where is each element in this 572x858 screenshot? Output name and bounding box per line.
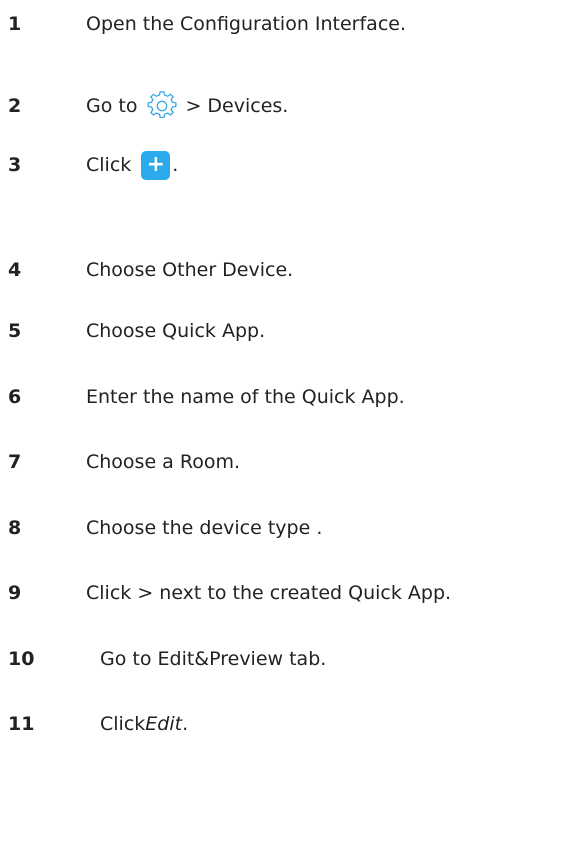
plus-icon: +: [141, 150, 171, 180]
step-text-after: > Devices.: [185, 95, 289, 117]
step-text: Go to Edit&Preview tab.: [100, 648, 327, 670]
step-number: 3: [8, 154, 22, 176]
step-text-before: Go to: [86, 95, 138, 117]
step-number: 1: [8, 13, 22, 35]
step-number: 8: [8, 517, 22, 539]
step-text: Click Edit .: [100, 713, 188, 735]
step-text: Click > next to the created Quick App.: [86, 582, 452, 604]
step-text-before: Click: [100, 713, 146, 735]
step-number: 4: [8, 259, 22, 281]
step-text-before: Click: [86, 154, 132, 176]
step-number: 7: [8, 451, 22, 473]
step-text: Choose the device type .: [86, 517, 323, 539]
step-text: Open the Configuration Interface.: [86, 13, 407, 35]
step-text: Enter the name of the Quick App.: [86, 386, 405, 408]
step-number: 11: [8, 713, 35, 735]
step-text-after: .: [172, 154, 179, 176]
step-text: Click + .: [86, 150, 179, 180]
step-number: 2: [8, 95, 22, 117]
step-text: Go to > Devices.: [86, 91, 288, 121]
step-text: Choose a Room.: [86, 451, 241, 473]
step-text: Choose Other Device.: [86, 259, 294, 281]
edit-emphasis: Edit: [145, 713, 183, 735]
step-number: 10: [8, 648, 35, 670]
step-number: 5: [8, 320, 22, 342]
step-text-after: .: [182, 713, 189, 735]
step-number: 9: [8, 582, 22, 604]
gear-icon: [147, 91, 177, 119]
step-text: Choose Quick App.: [86, 320, 266, 342]
step-number: 6: [8, 386, 22, 408]
